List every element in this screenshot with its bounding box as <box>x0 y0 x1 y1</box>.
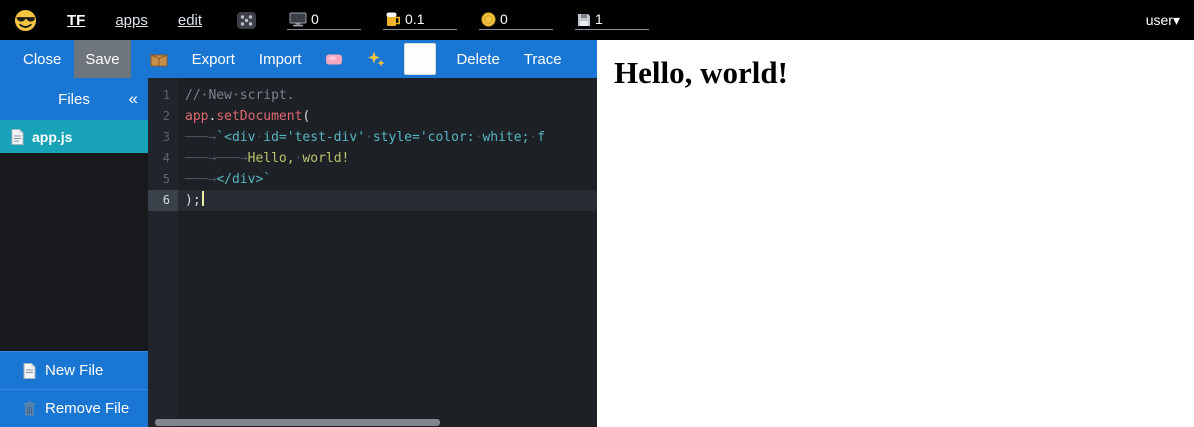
line-content: ───→`<div·id='test-div'·style='color:·wh… <box>178 127 597 148</box>
collapse-sidebar-button[interactable]: « <box>129 78 138 120</box>
line-content: //·New·script. <box>178 85 597 106</box>
sparkles-icon <box>367 51 385 68</box>
code-line-2[interactable]: 2app.setDocument( <box>148 106 597 127</box>
code-line-1[interactable]: 1//·New·script. <box>148 85 597 106</box>
stat-monitor-value: 0 <box>311 11 319 27</box>
code-editor[interactable]: 1//·New·script.2app.setDocument(3───→`<d… <box>148 78 597 427</box>
top-nav: TF apps edit <box>67 12 202 29</box>
code-line-4[interactable]: 4───→───→Hello,·world! <box>148 148 597 169</box>
trace-button[interactable]: Trace <box>513 40 573 78</box>
monitor-icon <box>289 12 307 27</box>
save-button[interactable]: Save <box>74 40 130 78</box>
horizontal-scrollbar-thumb[interactable] <box>155 419 440 426</box>
editor-lines: 1//·New·script.2app.setDocument(3───→`<d… <box>148 78 597 427</box>
coin-icon <box>481 12 496 27</box>
soap-button[interactable] <box>314 40 354 78</box>
stat-coin[interactable]: 0 <box>479 10 553 30</box>
remove-file-label: Remove File <box>45 400 129 417</box>
blank-button[interactable] <box>404 43 436 75</box>
files-header-label: Files <box>58 91 90 108</box>
import-button[interactable]: Import <box>248 40 313 78</box>
export-button[interactable]: Export <box>181 40 246 78</box>
line-content: ───→</div>` <box>178 169 597 190</box>
line-content: app.setDocument( <box>178 106 597 127</box>
stat-monitor[interactable]: 0 <box>287 10 361 30</box>
app-root: TF apps edit 0 0.1 <box>0 0 1194 427</box>
nav-link-apps[interactable]: apps <box>115 12 148 29</box>
floppy-disk-icon <box>577 13 591 27</box>
stat-coin-value: 0 <box>500 11 508 27</box>
delete-button[interactable]: Delete <box>445 40 510 78</box>
dice-icon[interactable] <box>236 11 257 30</box>
stat-floppy[interactable]: 1 <box>575 10 649 30</box>
stat-beer[interactable]: 0.1 <box>383 10 457 30</box>
code-line-5[interactable]: 5───→</div>` <box>148 169 597 190</box>
line-number: 2 <box>148 106 178 127</box>
line-number: 4 <box>148 148 178 169</box>
new-file-label: New File <box>45 362 103 379</box>
package-button[interactable] <box>139 40 179 78</box>
line-content: ); <box>178 190 597 211</box>
package-icon <box>150 51 168 67</box>
file-item-appjs[interactable]: app.js <box>0 120 148 153</box>
file-icon <box>11 129 24 145</box>
close-button[interactable]: Close <box>12 40 72 78</box>
trash-icon <box>23 401 36 416</box>
line-number: 6 <box>148 190 178 211</box>
sparkles-button[interactable] <box>356 40 396 78</box>
stat-floppy-value: 1 <box>595 11 603 27</box>
sunglasses-smiley-logo-icon[interactable] <box>14 9 37 32</box>
preview-heading: Hello, world! <box>597 40 1194 91</box>
preview-pane: Hello, world! <box>597 40 1194 427</box>
new-file-button[interactable]: New File <box>0 351 148 389</box>
user-menu[interactable]: user▾ <box>1146 12 1180 29</box>
text-cursor <box>202 191 204 206</box>
editor-toolbar: Close Save Export Import <box>0 40 597 78</box>
nav-link-tf[interactable]: TF <box>67 12 85 29</box>
stat-beer-value: 0.1 <box>405 11 424 27</box>
line-number: 1 <box>148 85 178 106</box>
topbar-stats: 0 0.1 0 1 <box>287 10 649 30</box>
beer-icon <box>385 11 401 27</box>
workspace: Close Save Export Import <box>0 40 597 427</box>
topbar: TF apps edit 0 0.1 <box>0 0 1194 40</box>
file-sidebar: Files « app.js New File <box>0 78 148 427</box>
file-name: app.js <box>32 129 72 145</box>
soap-eraser-icon <box>325 53 343 66</box>
nav-link-edit[interactable]: edit <box>178 12 202 29</box>
files-panel-header: Files « <box>0 78 148 120</box>
line-number: 5 <box>148 169 178 190</box>
workspace-body: Files « app.js New File <box>0 78 597 427</box>
main-area: Close Save Export Import <box>0 40 1194 427</box>
file-list <box>0 153 148 351</box>
line-content: ───→───→Hello,·world! <box>178 148 597 169</box>
remove-file-button[interactable]: Remove File <box>0 389 148 427</box>
line-number: 3 <box>148 127 178 148</box>
code-line-6[interactable]: 6); <box>148 190 597 211</box>
new-file-icon <box>23 363 36 379</box>
code-line-3[interactable]: 3───→`<div·id='test-div'·style='color:·w… <box>148 127 597 148</box>
